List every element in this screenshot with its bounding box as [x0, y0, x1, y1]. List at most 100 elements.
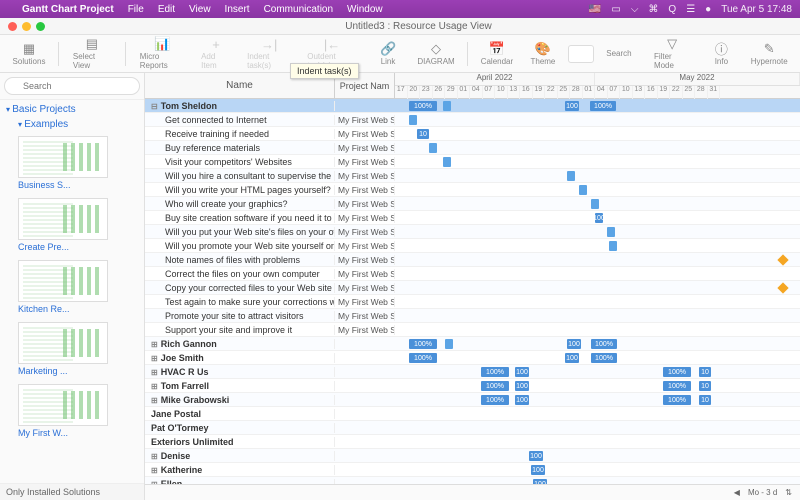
sidebar-group-basic[interactable]: Basic Projects [0, 102, 144, 117]
gantt-bar[interactable]: 100% [663, 367, 691, 377]
table-row[interactable]: ⊟Tom Sheldon100%100100% [145, 99, 800, 113]
menu-extra-icon[interactable]: ☰ [686, 4, 695, 15]
gantt-bar[interactable]: 10 [699, 381, 711, 391]
table-row[interactable]: Jane Postal [145, 407, 800, 421]
add-item-button[interactable]: +Add Item [195, 35, 237, 72]
sidebar-thumb[interactable]: Kitchen Re... [12, 256, 144, 318]
filter-mode-button[interactable]: ▽Filter Mode [648, 35, 696, 72]
sidebar-thumb[interactable]: Create Pre... [12, 194, 144, 256]
table-row[interactable]: Exteriors Unlimited [145, 435, 800, 449]
gantt-bar[interactable]: 100 [565, 101, 579, 111]
notif-icon[interactable]: ● [705, 4, 711, 15]
sidebar-thumb[interactable]: My First W... [12, 380, 144, 442]
gantt-bar[interactable]: 100% [481, 367, 509, 377]
gantt-bar[interactable]: 100 [565, 353, 579, 363]
calendar-button[interactable]: 📅Calendar [476, 40, 518, 68]
hypernote-button[interactable]: ✎Hypernote [746, 40, 792, 68]
sidebar-thumb[interactable]: Business S... [12, 132, 144, 194]
gantt-bar[interactable]: 100 [515, 381, 529, 391]
gantt-bar[interactable] [443, 101, 451, 111]
gantt-bar[interactable]: 100% [409, 339, 437, 349]
gantt-bar[interactable] [445, 339, 453, 349]
menu-view[interactable]: View [189, 4, 211, 15]
table-row[interactable]: ⊞Joe Smith100%100100% [145, 351, 800, 365]
gantt-bar[interactable] [409, 115, 417, 125]
table-row[interactable]: Will you promote your Web site yourself … [145, 239, 800, 253]
wifi-icon[interactable]: ⌵ [631, 4, 639, 15]
gantt-bar[interactable]: 100 [595, 213, 603, 223]
gantt-bar[interactable]: 100% [591, 339, 617, 349]
flag-icon[interactable]: 🇺🇸 [589, 4, 601, 15]
gantt-bar[interactable] [579, 185, 587, 195]
table-row[interactable]: Will you put your Web site's files on yo… [145, 225, 800, 239]
table-row[interactable]: ⊞HVAC R Us100%100100%10 [145, 365, 800, 379]
menu-insert[interactable]: Insert [225, 4, 250, 15]
select-view-button[interactable]: ▤Select View [67, 35, 117, 72]
milestone-icon[interactable] [777, 254, 788, 265]
expand-icon[interactable]: ⊞ [151, 340, 158, 349]
stepper-icon[interactable]: ⇅ [785, 488, 792, 497]
link-button[interactable]: 🔗Link [367, 40, 409, 68]
table-row[interactable]: Note names of files with problemsMy Firs… [145, 253, 800, 267]
gantt-bar[interactable]: 100% [409, 353, 437, 363]
gantt-bar[interactable]: 100% [481, 395, 509, 405]
micro-reports-button[interactable]: 📊Micro Reports [134, 35, 191, 72]
grid-body[interactable]: ⊟Tom Sheldon100%100100%Get connected to … [145, 99, 800, 484]
gantt-bar[interactable]: 10 [699, 395, 711, 405]
menu-window[interactable]: Window [347, 4, 383, 15]
search-button[interactable]: Search [598, 47, 640, 60]
expand-icon[interactable]: ⊞ [151, 466, 158, 475]
gantt-bar[interactable] [609, 241, 617, 251]
spotlight-icon[interactable]: Q [668, 4, 676, 15]
gantt-bar[interactable]: 100% [409, 101, 437, 111]
clock[interactable]: Tue Apr 5 17:48 [721, 4, 792, 15]
expand-icon[interactable]: ⊞ [151, 382, 158, 391]
indent-task-button[interactable]: →|Indent task(s) [241, 35, 297, 72]
table-row[interactable]: Pat O'Tormey [145, 421, 800, 435]
minimize-icon[interactable] [22, 22, 31, 31]
expand-icon[interactable]: ⊞ [151, 396, 158, 405]
expand-icon[interactable]: ⊞ [151, 452, 158, 461]
diagram-button[interactable]: ◇DIAGRAM [413, 40, 459, 68]
gantt-bar[interactable] [607, 227, 615, 237]
table-row[interactable]: Visit your competitors' WebsitesMy First… [145, 155, 800, 169]
gantt-bar[interactable]: 100% [663, 381, 691, 391]
sidebar-search-input[interactable] [4, 77, 140, 95]
gantt-bar[interactable]: 100 [567, 339, 581, 349]
control-icon[interactable]: ⌘ [648, 4, 658, 15]
table-row[interactable]: Test again to make sure your corrections… [145, 295, 800, 309]
gantt-bar[interactable] [567, 171, 575, 181]
gantt-bar[interactable]: 100% [590, 101, 616, 111]
zoom-icon[interactable] [36, 22, 45, 31]
search-input[interactable] [568, 45, 594, 63]
table-row[interactable]: Will you write your HTML pages yourself?… [145, 183, 800, 197]
table-row[interactable]: Buy site creation software if you need i… [145, 211, 800, 225]
table-row[interactable]: Copy your corrected files to your Web si… [145, 281, 800, 295]
expand-icon[interactable]: ⊞ [151, 368, 158, 377]
arrow-left-icon[interactable]: ◀ [734, 488, 740, 497]
gantt-bar[interactable]: 100% [663, 395, 691, 405]
battery-icon[interactable]: ▭ [611, 4, 620, 15]
gantt-bar[interactable] [429, 143, 437, 153]
table-row[interactable]: Support your site and improve itMy First… [145, 323, 800, 337]
gantt-bar[interactable]: 100% [481, 381, 509, 391]
table-row[interactable]: Get connected to InternetMy First Web Si… [145, 113, 800, 127]
table-row[interactable]: ⊞Tom Farrell100%100100%10 [145, 379, 800, 393]
table-row[interactable]: Will you hire a consultant to supervise … [145, 169, 800, 183]
theme-button[interactable]: 🎨Theme [522, 40, 564, 68]
gantt-bar[interactable] [443, 157, 451, 167]
gantt-bar[interactable]: 100 [529, 451, 543, 461]
menu-communication[interactable]: Communication [264, 4, 333, 15]
gantt-bar[interactable]: 10 [699, 367, 711, 377]
gantt-bar[interactable]: 100 [533, 479, 547, 484]
gantt-bar[interactable] [591, 199, 599, 209]
table-row[interactable]: ⊞Ellen100 [145, 477, 800, 484]
table-row[interactable]: Receive training if neededMy First Web S… [145, 127, 800, 141]
solutions-button[interactable]: ▦Solutions [8, 40, 50, 68]
table-row[interactable]: ⊞Rich Gannon100%100100% [145, 337, 800, 351]
expand-icon[interactable]: ⊟ [151, 102, 158, 111]
menu-app[interactable]: Gantt Chart Project [22, 4, 114, 15]
table-row[interactable]: Promote your site to attract visitorsMy … [145, 309, 800, 323]
gantt-bar[interactable]: 100% [591, 353, 617, 363]
table-row[interactable]: Who will create your graphics?My First W… [145, 197, 800, 211]
